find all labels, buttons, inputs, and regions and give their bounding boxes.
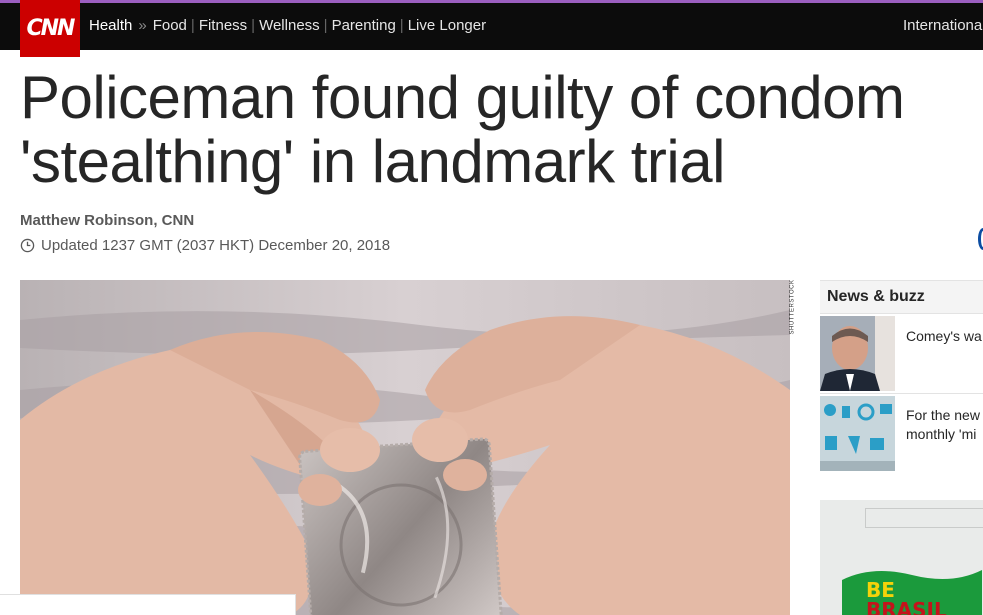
nav-link-parenting[interactable]: Parenting (332, 17, 396, 34)
headline-line-1: Policeman found guilty of condom (20, 64, 905, 131)
headline-line-2: 'stealthing' in landmark trial (20, 128, 725, 195)
share-icon-partial[interactable] (978, 228, 983, 250)
hero-image[interactable] (20, 280, 790, 615)
article-timestamp: Updated 1237 GMT (2037 HKT) December 20,… (20, 237, 390, 254)
article-byline[interactable]: Matthew Robinson, CNN (20, 212, 194, 229)
logo-text: CNN (26, 16, 76, 41)
portrait-photo-thumbnail (820, 316, 895, 391)
news-and-buzz-rail: News & buzz (820, 280, 983, 314)
updated-text: Updated 1237 GMT (2037 HKT) December 20,… (41, 237, 391, 254)
edition-link[interactable]: International (903, 17, 983, 34)
rail-item-2[interactable]: For the new monthly 'mi (820, 396, 983, 474)
nav-link-live-longer[interactable]: Live Longer (408, 17, 486, 34)
rail-item-2-title: For the new monthly 'mi (906, 407, 980, 442)
clock-icon (20, 238, 35, 253)
breadcrumb-separator: » (138, 17, 147, 34)
illustration-photo-thumbnail (820, 396, 895, 471)
hero-photo (20, 280, 790, 615)
nav-link-food[interactable]: Food (153, 17, 187, 34)
image-credit: SHUTTERSTOCK (789, 279, 796, 335)
rail-item-1[interactable]: Comey's wa (820, 316, 983, 394)
article-headline: Policeman found guilty of condom 'stealt… (20, 66, 983, 194)
nav-link-fitness[interactable]: Fitness (199, 17, 247, 34)
caption-strip (0, 594, 296, 615)
rail-heading: News & buzz (820, 280, 983, 314)
rail-item-1-title: Comey's wa (906, 328, 982, 344)
advertisement[interactable]: BE BRASIL (820, 500, 983, 615)
cnn-logo[interactable]: CNN (20, 0, 80, 57)
nav-links: Health » Food | Fitness | Wellness | Par… (89, 17, 487, 34)
nav-section-health[interactable]: Health (89, 17, 132, 34)
top-navigation-bar: Health » Food | Fitness | Wellness | Par… (0, 3, 983, 50)
nav-link-wellness[interactable]: Wellness (259, 17, 320, 34)
ad-line-2: BRASIL (866, 598, 947, 615)
